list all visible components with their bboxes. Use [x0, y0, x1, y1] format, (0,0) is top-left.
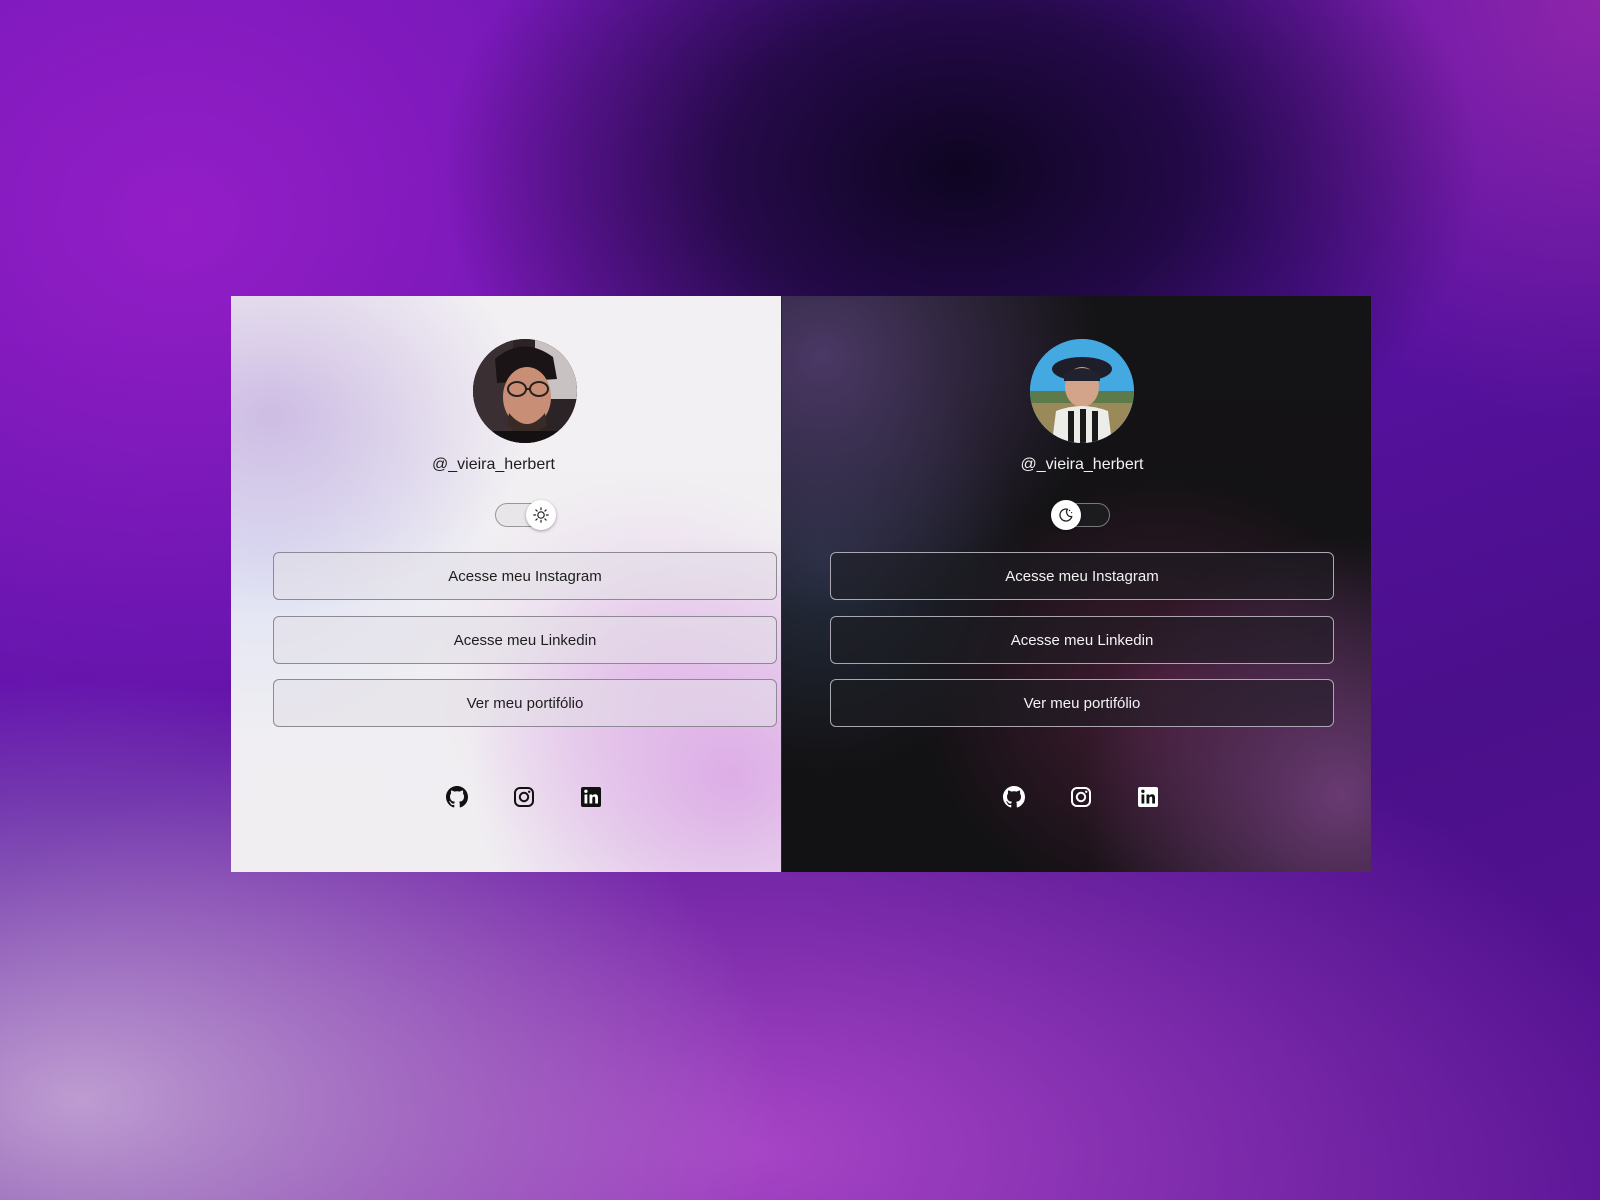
portfolio-button[interactable]: Ver meu portifólio — [830, 679, 1334, 727]
linkedin-button[interactable]: Acesse meu Linkedin — [273, 616, 777, 664]
moon-icon — [1059, 508, 1073, 522]
instagram-icon[interactable] — [1070, 786, 1094, 810]
linkedin-icon[interactable] — [580, 786, 604, 810]
theme-toggle[interactable] — [1051, 500, 1110, 530]
username-label: @_vieira_herbert — [1020, 456, 1144, 473]
avatar-photo — [1030, 339, 1134, 443]
theme-toggle[interactable] — [495, 500, 556, 530]
linkedin-button[interactable]: Acesse meu Linkedin — [830, 616, 1334, 664]
github-icon[interactable] — [1003, 786, 1027, 810]
light-theme-card: @_vieira_herbert Acesse meu Instagram Ac… — [231, 296, 782, 872]
toggle-knob[interactable] — [526, 500, 556, 530]
portfolio-button[interactable]: Ver meu portifólio — [273, 679, 777, 727]
toggle-knob[interactable] — [1051, 500, 1081, 530]
instagram-icon[interactable] — [513, 786, 537, 810]
dark-theme-card: @_vieira_herbert Acesse meu Instagram Ac… — [782, 296, 1371, 872]
linkedin-icon[interactable] — [1137, 786, 1161, 810]
profile-avatar — [1030, 339, 1134, 443]
avatar-photo — [473, 339, 577, 443]
instagram-button[interactable]: Acesse meu Instagram — [273, 552, 777, 600]
profile-avatar — [473, 339, 577, 443]
github-icon[interactable] — [446, 786, 470, 810]
username-label: @_vieira_herbert — [432, 456, 555, 473]
instagram-button[interactable]: Acesse meu Instagram — [830, 552, 1334, 600]
sun-icon — [533, 507, 549, 523]
